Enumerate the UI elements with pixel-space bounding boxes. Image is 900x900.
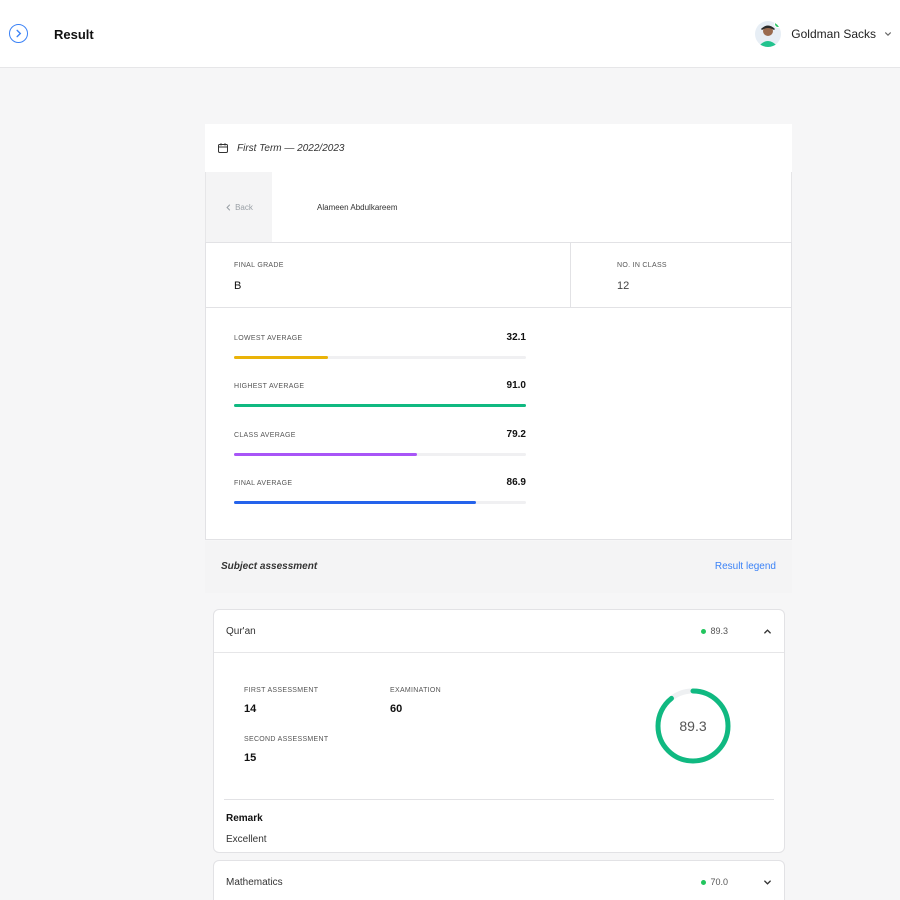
back-button[interactable]: Back [206,172,272,242]
average-value: 32.1 [506,332,526,343]
progress-track [234,501,526,504]
no-in-class-value: 12 [617,280,630,292]
avatar [755,21,782,47]
subject-score: 89.3 [701,626,728,636]
remark-label: Remark [226,813,263,824]
average-value: 79.2 [506,429,526,440]
chevron-up-icon[interactable] [760,624,774,638]
student-header: Back Alameen Abdulkareem [205,172,792,242]
back-label: Back [235,202,253,212]
class-average: CLASS AVERAGE 79.2 [234,405,526,456]
highest-average: HIGHEST AVERAGE 91.0 [234,356,526,407]
score-ring-value: 89.3 [679,718,707,734]
result-legend-link[interactable]: Result legend [715,561,776,572]
class-size-cell: NO. IN CLASS 12 [571,243,791,307]
subject-header[interactable]: Qur'an 89.3 [214,610,784,652]
final-average: FINAL AVERAGE 86.9 [234,453,526,504]
first-assessment-label: FIRST ASSESSMENT [244,687,319,694]
status-dot-icon [701,879,707,885]
first-assessment: FIRST ASSESSMENT 14 [244,687,318,715]
final-grade-cell: FINAL GRADE B [206,243,571,307]
chevron-left-icon [226,204,231,210]
chevron-down-icon [885,32,891,36]
subject-score: 70.0 [701,877,728,887]
average-label: CLASS AVERAGE [234,432,296,439]
chevron-down-icon[interactable] [760,875,774,889]
user-menu[interactable]: Goldman Sacks [755,20,892,48]
second-assessment-label: SECOND ASSESSMENT [244,736,329,743]
subject-score-value: 70.0 [710,877,728,887]
grade-summary: FINAL GRADE B NO. IN CLASS 12 [205,242,792,308]
status-dot-icon [701,628,707,634]
remark-value: Excellent [226,834,267,845]
term-selector[interactable]: First Term — 2022/2023 [205,124,792,172]
progress-fill [234,501,477,504]
divider [224,799,774,800]
examination-value: 60 [390,703,403,715]
sidebar-toggle-button[interactable] [9,24,28,43]
user-name: Goldman Sacks [791,27,876,41]
average-label: FINAL AVERAGE [234,480,293,487]
average-value: 86.9 [506,477,526,488]
subject-score-value: 89.3 [710,626,728,636]
average-label: LOWEST AVERAGE [234,335,303,342]
averages-panel: LOWEST AVERAGE 32.1 HIGHEST AVERAGE 91.0… [205,308,792,540]
second-assessment: SECOND ASSESSMENT 15 [244,736,328,764]
subject-card-quran: Qur'an 89.3 FIRST ASSESSMENT 14 EXAMINAT… [213,609,785,853]
subject-assessment-header: Subject assessment Result legend [205,541,792,593]
subject-name: Qur'an [226,626,256,637]
subject-details: FIRST ASSESSMENT 14 EXAMINATION 60 SECON… [214,652,784,853]
subject-name: Mathematics [226,877,283,888]
online-status-icon [774,21,782,28]
page-title: Result [54,27,94,42]
examination-label: EXAMINATION [390,687,442,694]
score-ring: 89.3 [653,686,733,766]
top-bar: Result Goldman Sacks [0,0,900,68]
student-name: Alameen Abdulkareem [317,203,398,212]
first-assessment-value: 14 [244,703,257,715]
second-assessment-value: 15 [244,752,257,764]
term-label: First Term — 2022/2023 [237,142,345,154]
lowest-average: LOWEST AVERAGE 32.1 [234,308,526,359]
final-grade-label: FINAL GRADE [234,262,284,269]
subject-card-mathematics: Mathematics 70.0 [213,860,785,900]
final-grade-value: B [234,280,242,292]
examination: EXAMINATION 60 [390,687,441,715]
subject-header[interactable]: Mathematics 70.0 [214,861,784,900]
average-value: 91.0 [506,380,526,391]
calendar-icon [218,143,228,153]
chevron-right-icon [16,29,22,38]
no-in-class-label: NO. IN CLASS [617,262,667,269]
average-label: HIGHEST AVERAGE [234,383,305,390]
subject-assessment-title: Subject assessment [221,561,318,572]
